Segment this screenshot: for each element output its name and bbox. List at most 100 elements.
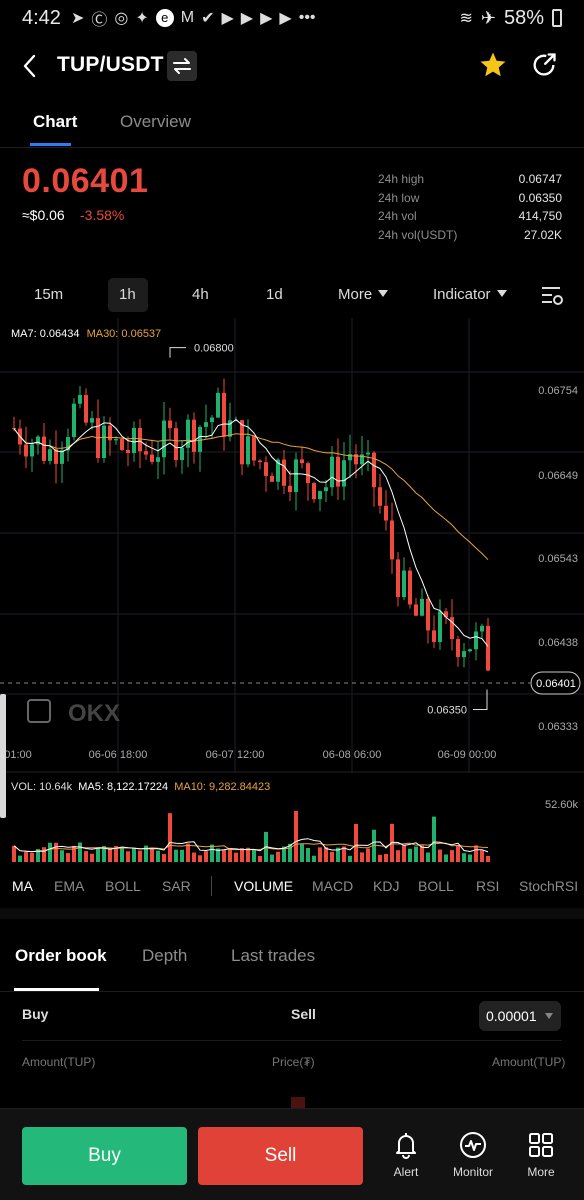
x-tick-label: 06-06 18:00: [89, 749, 148, 761]
volume-bar: [420, 845, 424, 862]
chart-tabs: Chart Overview: [0, 96, 584, 148]
candle-body: [198, 426, 202, 452]
interval-1h[interactable]: 1h: [119, 286, 136, 303]
volume-bar: [318, 847, 322, 862]
candle-body: [318, 491, 322, 500]
more-intervals-dropdown[interactable]: More: [338, 286, 389, 303]
interval-15m[interactable]: 15m: [34, 286, 63, 303]
volume-bar: [462, 853, 466, 862]
sell-button[interactable]: Sell: [198, 1127, 363, 1185]
volume-bar: [90, 853, 94, 862]
volume-bar: [450, 850, 454, 862]
monitor-button[interactable]: Monitor: [443, 1131, 503, 1179]
volume-bar: [18, 855, 22, 862]
ticker-stats: 24h high 0.06747 24h low 0.06350 24h vol 41…: [378, 172, 562, 247]
candle-body: [486, 625, 490, 671]
stat-label: 24h low: [378, 190, 420, 205]
candle-body: [30, 444, 34, 457]
tab-chart[interactable]: Chart: [33, 112, 77, 132]
indicator-boll[interactable]: BOLL: [105, 878, 141, 894]
indicator-stochrsi[interactable]: StochRSI: [519, 878, 578, 894]
stat-row: 24h low 0.06350: [378, 191, 562, 210]
expand-chart-icon[interactable]: [27, 699, 51, 723]
precision-select[interactable]: 0.00001: [479, 1001, 561, 1031]
vol-value: VOL: 10.64k: [11, 781, 73, 793]
candle-body: [150, 454, 154, 462]
indicator-separator: [211, 876, 212, 896]
okx-watermark: OKX: [68, 700, 120, 727]
indicator-rsi[interactable]: RSI: [476, 878, 499, 894]
system-icons: ≋ ✈ 58%: [459, 7, 562, 30]
volume-bar: [360, 852, 364, 862]
change-percent: -3.58%: [80, 207, 125, 223]
volume-bar: [300, 844, 304, 862]
volume-bar: [468, 854, 472, 862]
indicator-sar[interactable]: SAR: [162, 878, 191, 894]
tab-order-book[interactable]: Order book: [15, 946, 107, 966]
ma5-value: MA5: 8,122.17224: [78, 781, 169, 793]
candle-body: [474, 631, 478, 650]
tab-last-trades[interactable]: Last trades: [231, 946, 315, 966]
candle-body: [426, 598, 430, 631]
chart-settings-icon[interactable]: [540, 284, 564, 306]
volume-bar: [108, 847, 112, 862]
more-button[interactable]: More: [511, 1131, 571, 1179]
col-price: Price(₮): [272, 1055, 315, 1069]
y-tick-label: 0.06649: [538, 470, 578, 482]
stat-label: 24h vol: [378, 209, 417, 224]
candle-body: [294, 459, 298, 492]
candle-body: [282, 459, 286, 486]
volume-bar: [126, 851, 130, 862]
favorite-star-icon[interactable]: [478, 50, 508, 80]
volume-bar: [480, 850, 484, 862]
check-icon: ✔: [201, 10, 215, 27]
indicator-volume[interactable]: VOLUME: [234, 878, 293, 894]
volume-bar: [330, 851, 334, 862]
back-arrow-icon[interactable]: [18, 52, 42, 80]
header: TUP/USDT: [0, 40, 584, 94]
volume-bar: [198, 855, 202, 862]
swap-pair-button[interactable]: [167, 51, 197, 81]
volume-bar: [438, 849, 442, 862]
swap-arrows-icon: [173, 58, 191, 74]
candle-body: [192, 419, 196, 452]
candle-body: [132, 427, 136, 453]
indicator-dropdown[interactable]: Indicator: [433, 286, 507, 303]
indicator-kdj[interactable]: KDJ: [373, 878, 399, 894]
tab-indicator: [30, 143, 71, 146]
candle-body: [102, 425, 106, 459]
x-tick-label: 06-07 12:00: [206, 749, 265, 761]
buy-button[interactable]: Buy: [22, 1127, 187, 1185]
indicator-macd[interactable]: MACD: [312, 878, 353, 894]
indicator-ma[interactable]: MA: [12, 878, 33, 894]
stat-label: 24h high: [378, 172, 425, 186]
volume-bar: [408, 848, 412, 862]
volume-bar: [204, 851, 208, 862]
volume-bar: [384, 853, 388, 862]
candle-body: [438, 611, 442, 642]
candle-body: [462, 651, 466, 658]
tab-overview[interactable]: Overview: [120, 112, 191, 132]
ma30-line: [13, 428, 489, 561]
pair-title[interactable]: TUP/USDT: [57, 53, 164, 77]
youtube-icon: ▶: [221, 10, 234, 27]
candle-body: [456, 639, 460, 658]
indicator-ema[interactable]: EMA: [54, 878, 84, 894]
edge-handle: [0, 694, 6, 818]
interval-1d[interactable]: 1d: [266, 286, 283, 303]
share-icon[interactable]: [530, 50, 558, 80]
volume-bar: [306, 848, 310, 862]
tab-depth[interactable]: Depth: [142, 946, 187, 966]
volume-axis-label: 52.60k: [545, 799, 579, 811]
indicator-boll-sub[interactable]: BOLL: [418, 878, 454, 894]
stat-label: 24h vol(USDT): [378, 228, 458, 243]
grid-more-icon: [529, 1133, 553, 1157]
battery-percent: 58%: [503, 6, 544, 29]
volume-bar: [210, 844, 214, 862]
caret-down-icon: [378, 290, 389, 297]
alert-button[interactable]: Alert: [376, 1131, 436, 1179]
volume-bar: [324, 847, 328, 862]
candle-body: [108, 425, 112, 441]
more-label: More: [527, 1165, 555, 1179]
interval-4h[interactable]: 4h: [192, 286, 209, 303]
